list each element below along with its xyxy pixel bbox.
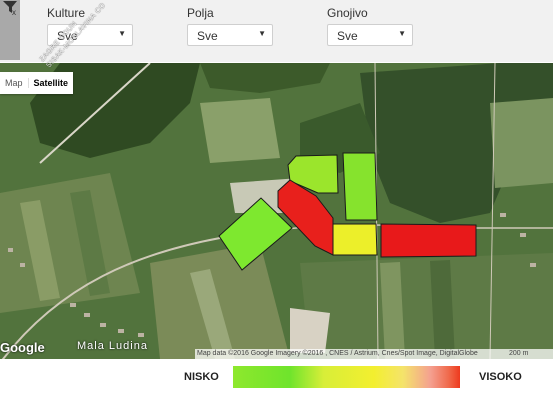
- fields-select-value: Sve: [197, 29, 218, 43]
- chevron-down-icon: ▼: [118, 29, 126, 38]
- place-label: Mala Ludina: [77, 340, 148, 352]
- fields-filter-label: Polja: [187, 6, 214, 20]
- chevron-down-icon: ▼: [258, 29, 266, 38]
- fertilizer-filter-label: Gnojivo: [327, 6, 368, 20]
- fields-select[interactable]: Sve ▼: [187, 24, 273, 46]
- field-polygon[interactable]: [380, 223, 477, 258]
- map-scale: 200 m: [509, 350, 529, 357]
- fertilizer-select[interactable]: Sve ▼: [327, 24, 413, 46]
- field-polygon[interactable]: [342, 152, 378, 221]
- legend-gradient-bar: [233, 366, 460, 388]
- field-polygon[interactable]: [332, 223, 378, 256]
- clear-filter-icon: x: [3, 1, 17, 16]
- map-attribution: Map data ©2016 Google Imagery ©2016 , CN…: [195, 349, 553, 359]
- map-type-control: Map Satellite: [0, 72, 74, 94]
- legend-low-label: NISKO: [184, 371, 219, 383]
- google-logo: Google: [0, 340, 45, 355]
- map-type-satellite-button[interactable]: Satellite: [27, 78, 74, 88]
- map-type-map-button[interactable]: Map: [0, 78, 28, 88]
- fertilizer-select-value: Sve: [337, 29, 358, 43]
- legend-high-label: VISOKO: [479, 371, 522, 383]
- satellite-map[interactable]: [0, 63, 553, 359]
- clear-filter-button[interactable]: x: [0, 0, 20, 60]
- chevron-down-icon: ▼: [398, 29, 406, 38]
- map-imagery: [0, 63, 553, 359]
- svg-text:x: x: [12, 8, 16, 16]
